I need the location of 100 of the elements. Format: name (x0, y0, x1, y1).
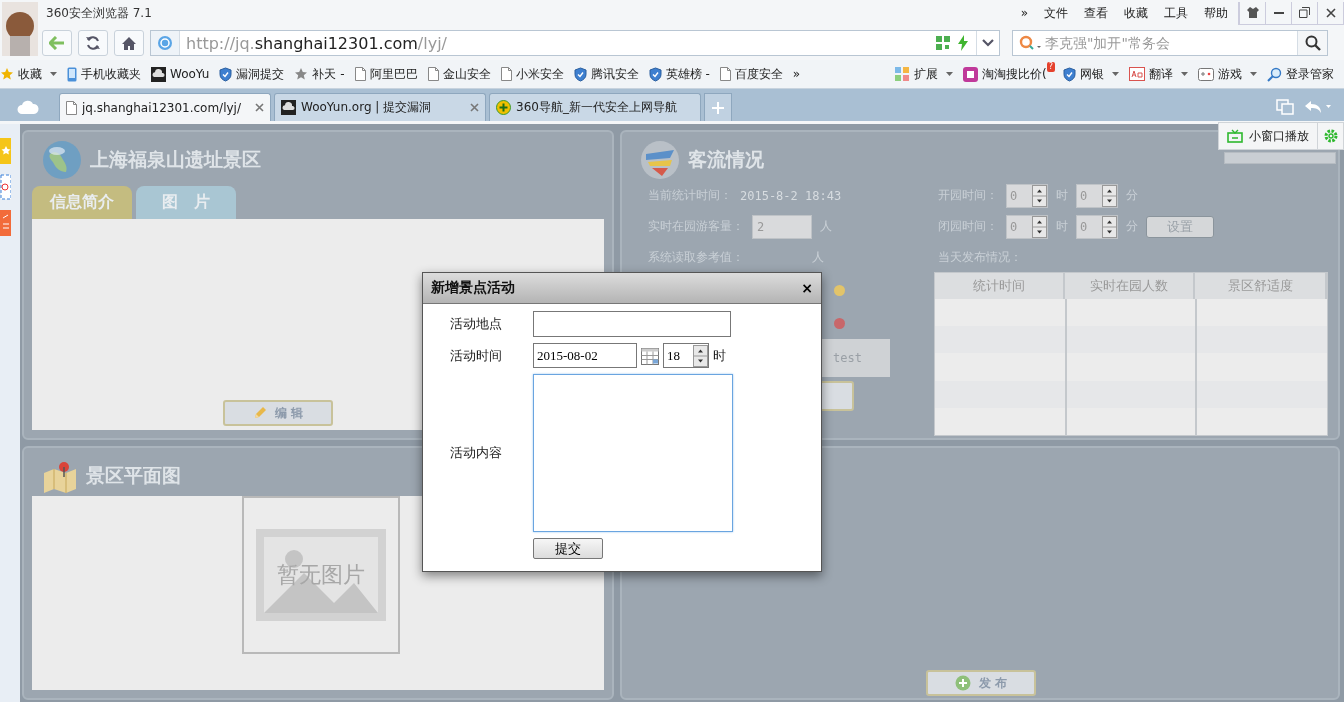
bookmark-item[interactable]: 漏洞提交 (219, 65, 285, 83)
plus-icon (712, 102, 724, 114)
extension-item[interactable]: 登录管家 (1267, 65, 1334, 83)
field-label: 活动时间 (449, 346, 503, 365)
close-icon[interactable] (470, 103, 479, 112)
pencil-icon (252, 406, 267, 420)
menu-item[interactable]: 帮助 (1204, 4, 1228, 22)
new-tab-button[interactable] (704, 93, 732, 121)
shield-icon (1063, 66, 1076, 82)
shield-icon (573, 66, 587, 82)
cloud-logo-icon (151, 66, 166, 82)
page-icon (719, 67, 731, 81)
mountain-icon (264, 537, 378, 613)
content-field[interactable] (533, 374, 733, 532)
menu-item[interactable]: 收藏 (1124, 4, 1148, 22)
search-engine-icon (1019, 35, 1043, 51)
shield-icon (219, 66, 233, 82)
avatar-icon[interactable] (0, 0, 40, 58)
extension-item[interactable]: 翻译 (1129, 65, 1188, 83)
home-icon (121, 35, 137, 51)
search-field[interactable]: 李克强"加开"常务会 (1043, 34, 1297, 52)
spinner-arrows-icon[interactable] (1032, 184, 1047, 207)
spinner-arrows-icon[interactable] (1032, 215, 1047, 238)
search-button[interactable] (1297, 31, 1327, 55)
refresh-button[interactable] (78, 30, 108, 56)
window-title: 360安全浏览器 7.1 (46, 4, 152, 22)
calendar-icon[interactable] (641, 346, 659, 365)
page-icon (66, 100, 77, 115)
bookmark-item[interactable]: 金山安全 (427, 65, 491, 83)
extension-item[interactable]: 网银 (1063, 65, 1119, 83)
browser-tab[interactable]: 360导航_新一代安全上网导航 (489, 93, 701, 121)
bookmark-item[interactable]: 手机收藏夹 (67, 65, 141, 83)
bookmark-item[interactable]: 腾讯安全 (573, 65, 639, 83)
browser-tab[interactable]: WooYun.org | 提交漏洞 (274, 93, 486, 121)
field-label: 活动地点 (449, 315, 503, 333)
address-bar[interactable]: http://jq.shanghai12301.com/lyj/ (150, 30, 1000, 56)
star-icon (0, 67, 14, 81)
star-icon (294, 67, 309, 81)
no-image-text: 暂无图片 (277, 561, 365, 589)
chevron-down-icon[interactable] (982, 39, 994, 47)
back-arrow-icon (49, 36, 65, 50)
lightning-icon[interactable] (958, 35, 968, 51)
plus-circle-icon (954, 675, 971, 691)
menu-item[interactable]: » (1020, 6, 1028, 20)
cloud-logo-icon (281, 100, 296, 115)
search-bar[interactable]: 李克强"加开"常务会 (1012, 30, 1328, 56)
bookmark-item[interactable]: 阿里巴巴 (354, 65, 418, 83)
hour-spinner[interactable]: 18 (663, 343, 709, 368)
extension-item[interactable]: 扩展 (895, 65, 954, 83)
close-icon (1325, 7, 1336, 18)
menu-item[interactable]: 查看 (1084, 4, 1108, 22)
search-icon (1304, 35, 1321, 51)
more-bookmarks-button[interactable]: » (792, 67, 801, 81)
refresh-icon (85, 35, 101, 51)
notification-badge: ? (1046, 62, 1055, 72)
page-icon (354, 67, 366, 81)
bookmark-item[interactable]: 补天 - (294, 65, 345, 83)
submit-button[interactable]: 提交 (533, 538, 603, 559)
extension-item[interactable]: 游戏 (1198, 65, 1257, 83)
bag-icon (963, 66, 979, 82)
tv-icon (1227, 129, 1243, 143)
close-icon[interactable] (255, 103, 264, 112)
spinner-arrows-icon[interactable] (693, 344, 708, 367)
date-field[interactable]: 2015-08-02 (533, 343, 637, 368)
menu-item[interactable]: 工具 (1164, 4, 1188, 22)
gamepad-icon (1198, 67, 1214, 81)
close-button[interactable]: × (801, 280, 813, 296)
dialog-title: 新增景点活动 (431, 279, 515, 297)
stat-time: 2015-8-2 18:43 (740, 188, 842, 203)
grid-icon (895, 66, 911, 82)
menu-item[interactable]: 文件 (1044, 4, 1068, 22)
translate-icon (1129, 67, 1145, 81)
globe-icon (42, 140, 82, 180)
bookmark-item[interactable]: 收藏 (0, 65, 57, 83)
globe-icon (157, 35, 173, 51)
place-field[interactable] (533, 311, 731, 337)
unit-label: 时 (713, 346, 726, 365)
bookmark-item[interactable]: 百度安全 (719, 65, 783, 83)
magnifier-icon (1267, 66, 1282, 82)
bookmark-item[interactable]: 英雄榜 - (648, 65, 710, 83)
bookmark-item[interactable]: WooYu (151, 66, 210, 82)
settings-icon (1322, 128, 1339, 144)
browser-tab[interactable]: jq.shanghai12301.com/lyj/ (59, 93, 271, 121)
restore-icon (1299, 7, 1310, 18)
shield-icon (648, 66, 662, 82)
page-icon (427, 67, 439, 81)
panel-title: 上海福泉山遗址景区 (90, 147, 261, 172)
spinner-arrows-icon[interactable] (1102, 184, 1117, 207)
extension-item[interactable]: 淘淘搜比价( (963, 65, 1047, 83)
field-label: 活动内容 (449, 444, 503, 462)
mail-icon[interactable] (0, 174, 11, 200)
ribbon-icon (640, 140, 680, 180)
page-icon (500, 67, 512, 81)
qr-code-icon[interactable] (936, 36, 950, 50)
map-pin-icon (42, 459, 78, 493)
bookmark-item[interactable]: 小米安全 (500, 65, 564, 83)
spinner-arrows-icon[interactable] (1102, 215, 1117, 238)
plus-circle-icon (496, 100, 511, 115)
panel-title: 客流情况 (688, 147, 764, 172)
panel-title: 景区平面图 (86, 463, 181, 488)
